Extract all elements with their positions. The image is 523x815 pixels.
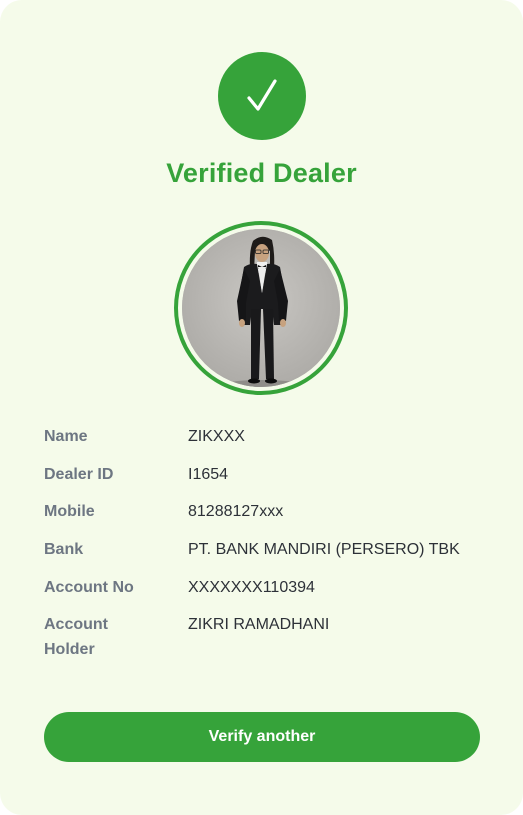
avatar <box>182 229 340 387</box>
detail-label: Account No <box>44 579 134 596</box>
detail-row-bank: Bank PT. BANK MANDIRI (PERSERO) TBK <box>44 537 494 575</box>
detail-value: I1654 <box>188 466 229 483</box>
detail-label: Dealer ID <box>44 466 114 483</box>
dealer-details: Name ZIKXXX Dealer ID I1654 Mobile 81288… <box>44 424 494 662</box>
detail-value: PT. BANK MANDIRI (PERSERO) TBK <box>188 541 460 558</box>
detail-row-dealer-id: Dealer ID I1654 <box>44 462 494 499</box>
avatar-frame <box>174 221 348 395</box>
detail-row-account-no: Account No XXXXXXX110394 <box>44 575 494 612</box>
detail-label: Account Holder <box>44 616 108 658</box>
detail-label: Name <box>44 428 88 445</box>
detail-row-account-holder: Account Holder ZIKRI RAMADHANI <box>44 612 494 662</box>
profile-photo <box>182 229 340 387</box>
detail-value: 81288127xxx <box>188 503 284 520</box>
detail-label: Bank <box>44 541 84 558</box>
verification-card: Verified Dealer Name ZIKXXX Dealer ID I1… <box>0 0 523 815</box>
verified-badge <box>218 52 306 140</box>
detail-value: ZIKXXX <box>188 428 245 445</box>
detail-row-mobile: Mobile 81288127xxx <box>44 499 494 537</box>
detail-row-name: Name ZIKXXX <box>44 424 494 462</box>
check-icon <box>247 79 277 111</box>
page-title: Verified Dealer <box>166 158 357 188</box>
detail-value: ZIKRI RAMADHANI <box>188 616 330 633</box>
detail-value: XXXXXXX110394 <box>188 579 315 596</box>
detail-label: Mobile <box>44 503 95 520</box>
verify-another-button[interactable]: Verify another <box>44 712 480 762</box>
